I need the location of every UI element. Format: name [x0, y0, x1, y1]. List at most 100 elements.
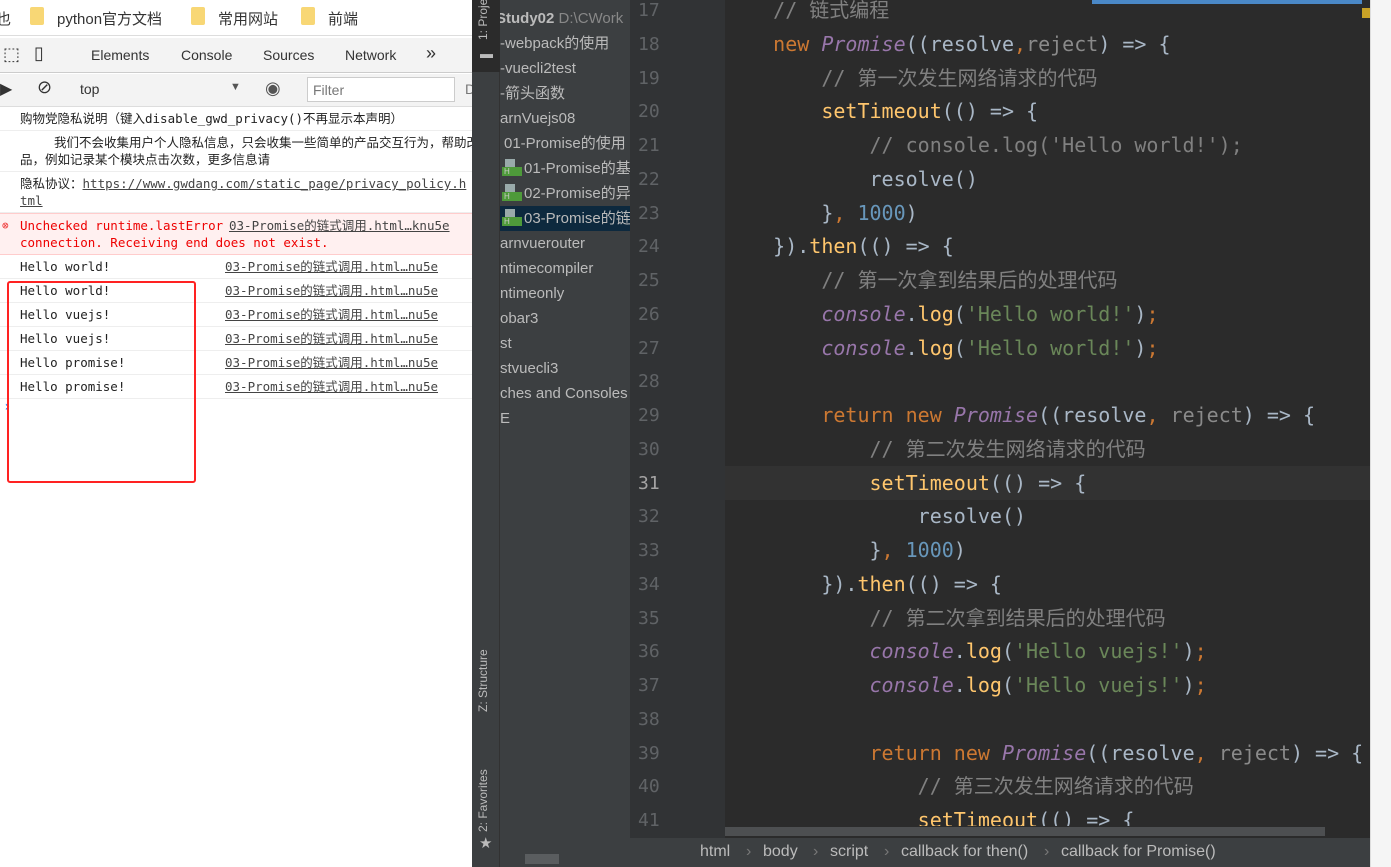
tab-sources[interactable]: Sources	[263, 47, 314, 63]
code-token: ,	[1014, 31, 1027, 56]
html-file-icon	[502, 209, 522, 226]
code-line: console.log('Hello vuejs!');	[725, 634, 1370, 668]
tree-item[interactable]: ches and Consoles	[500, 381, 628, 406]
context-select[interactable]: top	[80, 81, 99, 97]
bookmark-frontend[interactable]: 前端	[328, 8, 358, 29]
horizontal-scrollbar[interactable]	[725, 827, 1325, 836]
tree-item[interactable]: ntimecompiler	[500, 256, 593, 281]
chevron-down-icon[interactable]: ▼	[230, 81, 241, 93]
chevron-right-icon: ›	[1044, 843, 1050, 860]
tab-elements[interactable]: Elements	[91, 47, 149, 63]
tree-item[interactable]: arnVuejs08	[500, 106, 575, 131]
code-token: // 第三次发生网络请求的代码	[725, 774, 1194, 799]
code-token: log	[917, 301, 954, 326]
project-root[interactable]: Study02 D:\CWork	[500, 6, 623, 31]
eye-icon[interactable]: ◉	[265, 78, 281, 99]
device-toolbar-icon[interactable]: ▯	[34, 43, 44, 64]
more-tabs-icon[interactable]: »	[426, 43, 436, 64]
privacy-link[interactable]: https://www.gwdang.com/static_page/priva…	[20, 176, 466, 208]
filter-input[interactable]: Filter	[307, 77, 455, 102]
line-number: 30	[638, 438, 660, 460]
code-token: then	[809, 234, 858, 259]
code-token: ((resolve	[1038, 403, 1147, 427]
code-line: // 第二次拿到结果后的处理代码	[725, 601, 1370, 635]
code-line: // console.log('Hello world!');	[725, 128, 1370, 162]
tree-item-label: arnvuerouter	[500, 235, 586, 252]
breadcrumb-item[interactable]: body	[763, 843, 798, 861]
tree-item[interactable]: ntimeonly	[500, 281, 564, 306]
code-token: )	[1182, 673, 1195, 697]
tree-item[interactable]: 03-Promise的链式调用.html	[500, 206, 630, 231]
tree-item[interactable]: st	[500, 331, 512, 356]
code-line: resolve()	[725, 499, 1370, 533]
tree-item[interactable]: E	[500, 406, 510, 431]
code-token: ;	[1146, 335, 1159, 360]
code-token: }).	[725, 234, 810, 259]
tree-item[interactable]: stvuecli3	[500, 356, 558, 381]
bookmark-cut[interactable]: 也	[0, 8, 11, 29]
code-line: }).then(() => {	[725, 567, 1370, 601]
code-token: ) => {	[1242, 403, 1316, 427]
code-token: (() => {	[989, 470, 1087, 495]
code-line: console.log('Hello vuejs!');	[725, 668, 1370, 702]
code-token: (	[953, 335, 966, 360]
line-number: 38	[638, 708, 660, 730]
code-token: // 第二次发生网络请求的代码	[725, 436, 1146, 461]
tree-item-label: -箭头函数	[500, 85, 565, 102]
tree-item[interactable]: 02-Promise的异步.html	[500, 181, 630, 206]
line-number: 32	[638, 506, 660, 528]
warning-marker[interactable]	[1362, 8, 1370, 18]
tab-network[interactable]: Network	[345, 47, 396, 63]
log-source-link[interactable]: 03-Promise的链式调用.html…nu5e	[225, 354, 438, 371]
star-icon: ★	[479, 835, 493, 852]
code-token: .	[905, 335, 918, 360]
structure-tool-label[interactable]: Z: Structure	[476, 649, 490, 712]
tree-item[interactable]: 01-Promise的使用	[504, 131, 626, 156]
code-token: )	[1134, 301, 1147, 326]
log-source-link[interactable]: 03-Promise的链式调用.html…nu5e	[225, 378, 438, 395]
breadcrumb-item[interactable]: callback for then()	[901, 843, 1028, 861]
log-source-link[interactable]: 03-Promise的链式调用.html…nu5e	[225, 330, 438, 347]
tree-item-label: 01-Promise的基本使用.html	[524, 160, 630, 177]
clear-console-icon[interactable]: ⊘	[37, 77, 52, 98]
code-line: new Promise((resolve,reject) => {	[725, 27, 1370, 61]
line-number: 23	[638, 202, 660, 224]
project-scrollbar[interactable]	[525, 854, 559, 864]
tree-item[interactable]: -webpack的使用	[500, 31, 609, 56]
code-token: console	[725, 639, 954, 664]
log-source-link[interactable]: 03-Promise的链式调用.html…nu5e	[225, 306, 438, 323]
bookmark-common-sites[interactable]: 常用网站	[218, 8, 278, 29]
inspect-element-icon[interactable]: ⬚	[3, 44, 20, 65]
code-token: console	[725, 335, 906, 360]
tree-item[interactable]: -箭头函数	[500, 81, 565, 106]
breadcrumb-item[interactable]: callback for Promise()	[1061, 843, 1216, 861]
tree-item[interactable]: arnvuerouter	[500, 231, 585, 256]
error-source-link[interactable]: 03-Promise的链式调用.html…knu5e	[225, 217, 450, 234]
code-token: (() => {	[941, 99, 1039, 124]
favorites-tool-label[interactable]: 2: Favorites	[476, 769, 490, 832]
breadcrumb-item[interactable]: script	[830, 843, 868, 861]
code-token: setTimeout	[725, 99, 942, 124]
project-tool-label[interactable]: 1: Project	[476, 0, 490, 40]
tree-item[interactable]: 01-Promise的基本使用.html	[500, 156, 630, 181]
chevron-right-icon: ›	[813, 843, 819, 860]
code-token: reject	[1170, 403, 1243, 427]
log-source-link[interactable]: 03-Promise的链式调用.html…nu5e	[225, 282, 438, 299]
log-source-link[interactable]: 03-Promise的链式调用.html…nu5e	[225, 258, 438, 275]
code-editor[interactable]: // 链式编程 new Promise((resolve,reject) => …	[725, 0, 1370, 838]
sidebar-toggle-icon[interactable]: ▶	[0, 79, 12, 99]
code-token: setTimeout	[725, 470, 990, 495]
code-token: ,	[1194, 740, 1219, 765]
tree-item[interactable]: -vuecli2test	[500, 56, 576, 81]
tree-item-label: stvuecli3	[500, 360, 559, 377]
bookmark-python-docs[interactable]: python官方文档	[57, 8, 162, 29]
code-token: ) => {	[1098, 31, 1171, 56]
levels-dropdown[interactable]: D	[465, 81, 472, 97]
code-token: ,	[1146, 403, 1171, 427]
console-log: Hello world! 03-Promise的链式调用.html…nu5e	[0, 255, 472, 279]
tree-item[interactable]: obar3	[500, 306, 538, 331]
code-line: // 第三次发生网络请求的代码	[725, 769, 1370, 803]
breadcrumb-item[interactable]: html	[700, 843, 730, 861]
code-token: console	[725, 301, 906, 326]
code-token: .	[953, 639, 966, 664]
